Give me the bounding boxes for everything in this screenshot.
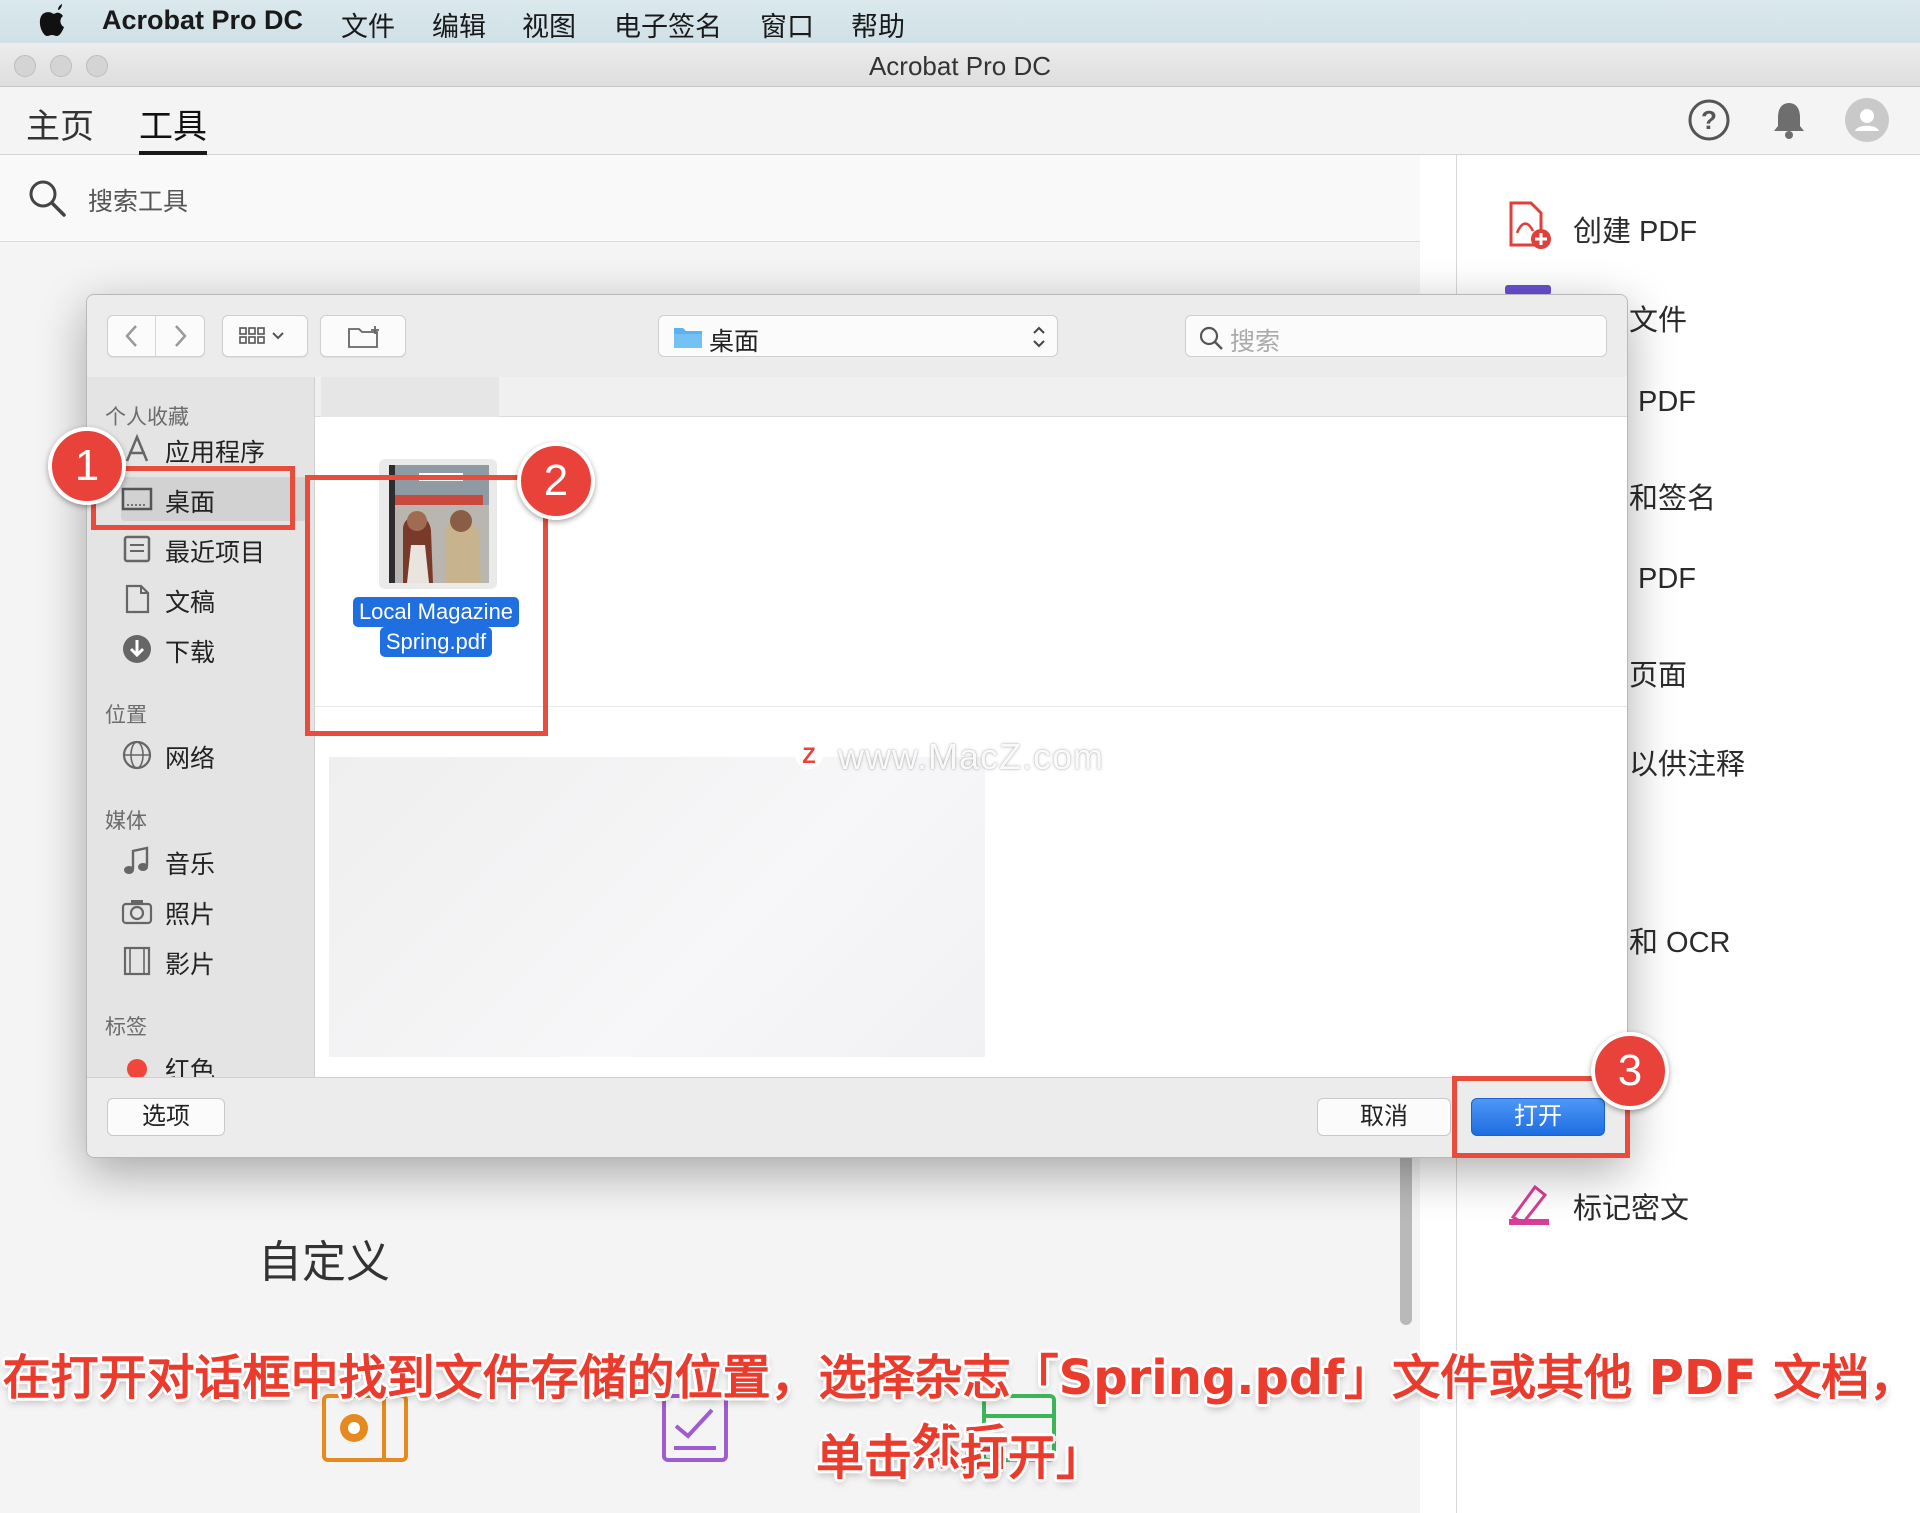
dialog-toolbar: 桌面 搜索 (87, 295, 1627, 377)
sidebar-item-music[interactable]: 音乐 (121, 839, 307, 883)
options-button[interactable]: 选项 (107, 1098, 225, 1136)
sidebar-heading-media: 媒体 (105, 810, 147, 833)
recents-icon (123, 535, 151, 563)
dialog-search-input[interactable]: 搜索 (1230, 322, 1280, 358)
menu-bar: Acrobat Pro DC 文件 编辑 视图 电子签名 窗口 帮助 (0, 0, 1920, 43)
right-panel-item-4[interactable]: 和签名 (1629, 475, 1716, 517)
location-label: 桌面 (709, 328, 760, 356)
sidebar-item-label: 最近项目 (165, 539, 266, 567)
right-panel-item-7[interactable]: 以供注释 (1629, 741, 1745, 783)
column-header-cell (321, 377, 499, 417)
help-icon[interactable]: ? (1686, 97, 1732, 143)
right-panel-item-5[interactable]: PDF (1638, 563, 1696, 596)
documents-icon (125, 584, 150, 614)
sidebar-item-applications[interactable]: 应用程序 (121, 427, 307, 471)
blurred-preview-area (329, 757, 985, 1057)
sidebar-heading-locations: 位置 (105, 704, 147, 727)
instruction-caption-line-2: 单击「打开」 (815, 1430, 1104, 1486)
tool-search-bar[interactable]: 搜索工具 (0, 155, 1420, 242)
menu-edit[interactable]: 编辑 (432, 5, 486, 44)
sidebar-heading-tags: 标签 (105, 1016, 147, 1039)
sidebar-item-network[interactable]: 网络 (121, 733, 307, 777)
column-header (315, 377, 1627, 417)
right-panel-item-3[interactable]: PDF (1638, 386, 1696, 419)
sidebar-item-label: 下载 (165, 639, 216, 667)
film-icon (123, 946, 151, 976)
icon-view-grid-icon (239, 327, 284, 344)
avatar[interactable] (1844, 97, 1890, 143)
highlight-file (305, 475, 548, 736)
sidebar-item-label: 应用程序 (165, 439, 266, 467)
tab-home[interactable]: 主页 (26, 99, 94, 155)
customize-section-heading: 自定义 (258, 1238, 390, 1287)
applications-icon (125, 433, 149, 462)
apple-icon[interactable] (36, 4, 68, 38)
menu-view[interactable]: 视图 (522, 5, 576, 44)
chevron-right-icon (175, 325, 187, 347)
app-tab-bar: 主页 工具 ? (0, 87, 1920, 155)
sidebar-item-downloads[interactable]: 下载 (121, 627, 307, 671)
sidebar-item-recents[interactable]: 最近项目 (121, 527, 307, 571)
tab-tools[interactable]: 工具 (139, 99, 207, 155)
sidebar-item-label: 影片 (165, 951, 216, 979)
location-popup[interactable]: 桌面 (658, 315, 1058, 357)
svg-text:Z: Z (802, 743, 815, 768)
sidebar-item-documents[interactable]: 文稿 (121, 577, 307, 621)
window-title: Acrobat Pro DC (868, 51, 1052, 81)
step-badge-3: 3 (1591, 1032, 1669, 1110)
menu-file[interactable]: 文件 (341, 5, 395, 44)
menu-app-name[interactable]: Acrobat Pro DC (102, 5, 303, 36)
sidebar-item-label: 网络 (165, 745, 216, 773)
right-panel-redact[interactable]: 标记密文 (1573, 1185, 1689, 1227)
nav-buttons (107, 315, 205, 357)
menu-window[interactable]: 窗口 (760, 5, 814, 44)
sidebar-item-movies[interactable]: 影片 (121, 939, 307, 983)
chevron-updown-icon (1033, 326, 1045, 348)
cancel-button[interactable]: 取消 (1317, 1098, 1451, 1136)
watermark-text: www.MacZ.com (838, 736, 1105, 777)
download-icon (123, 635, 151, 663)
menu-esign[interactable]: 电子签名 (614, 5, 722, 44)
new-folder-icon (348, 326, 379, 348)
sidebar-item-photos[interactable]: 照片 (121, 889, 307, 933)
search-icon (29, 180, 66, 217)
back-button[interactable] (108, 316, 156, 356)
new-folder-button[interactable] (320, 315, 406, 357)
right-panel-item-2[interactable]: 文件 (1629, 297, 1687, 339)
globe-icon (122, 740, 152, 770)
window-title-bar: Acrobat Pro DC (0, 43, 1920, 87)
watermark-logo-icon: Z (795, 741, 823, 769)
forward-button[interactable] (156, 316, 204, 356)
right-panel-item-6[interactable]: 页面 (1629, 652, 1687, 694)
create-pdf-icon (1509, 201, 1551, 249)
step-badge-1: 1 (48, 427, 126, 505)
right-panel-item-8[interactable]: 和 OCR (1629, 919, 1731, 961)
dialog-search-field[interactable]: 搜索 (1185, 315, 1607, 357)
redact-icon (1509, 1184, 1549, 1225)
sidebar-item-label: 文稿 (165, 589, 216, 617)
sidebar-item-label: 照片 (165, 901, 216, 929)
view-mode-button[interactable] (222, 315, 308, 357)
camera-icon (121, 900, 153, 925)
main-scrollbar[interactable] (1400, 1150, 1412, 1325)
search-icon (1199, 326, 1223, 350)
svg-text:?: ? (1701, 105, 1717, 135)
menu-help[interactable]: 帮助 (851, 5, 905, 44)
right-panel-create-pdf[interactable]: 创建 PDF (1573, 208, 1697, 250)
sidebar-item-label: 音乐 (165, 851, 216, 879)
folder-icon (674, 328, 702, 348)
chevron-left-icon (124, 325, 137, 347)
music-note-icon (124, 846, 149, 874)
dialog-footer: 选项 取消 打开 (87, 1077, 1627, 1157)
step-badge-2: 2 (517, 442, 595, 520)
search-input[interactable]: 搜索工具 (88, 182, 188, 218)
bell-icon[interactable] (1766, 97, 1812, 143)
